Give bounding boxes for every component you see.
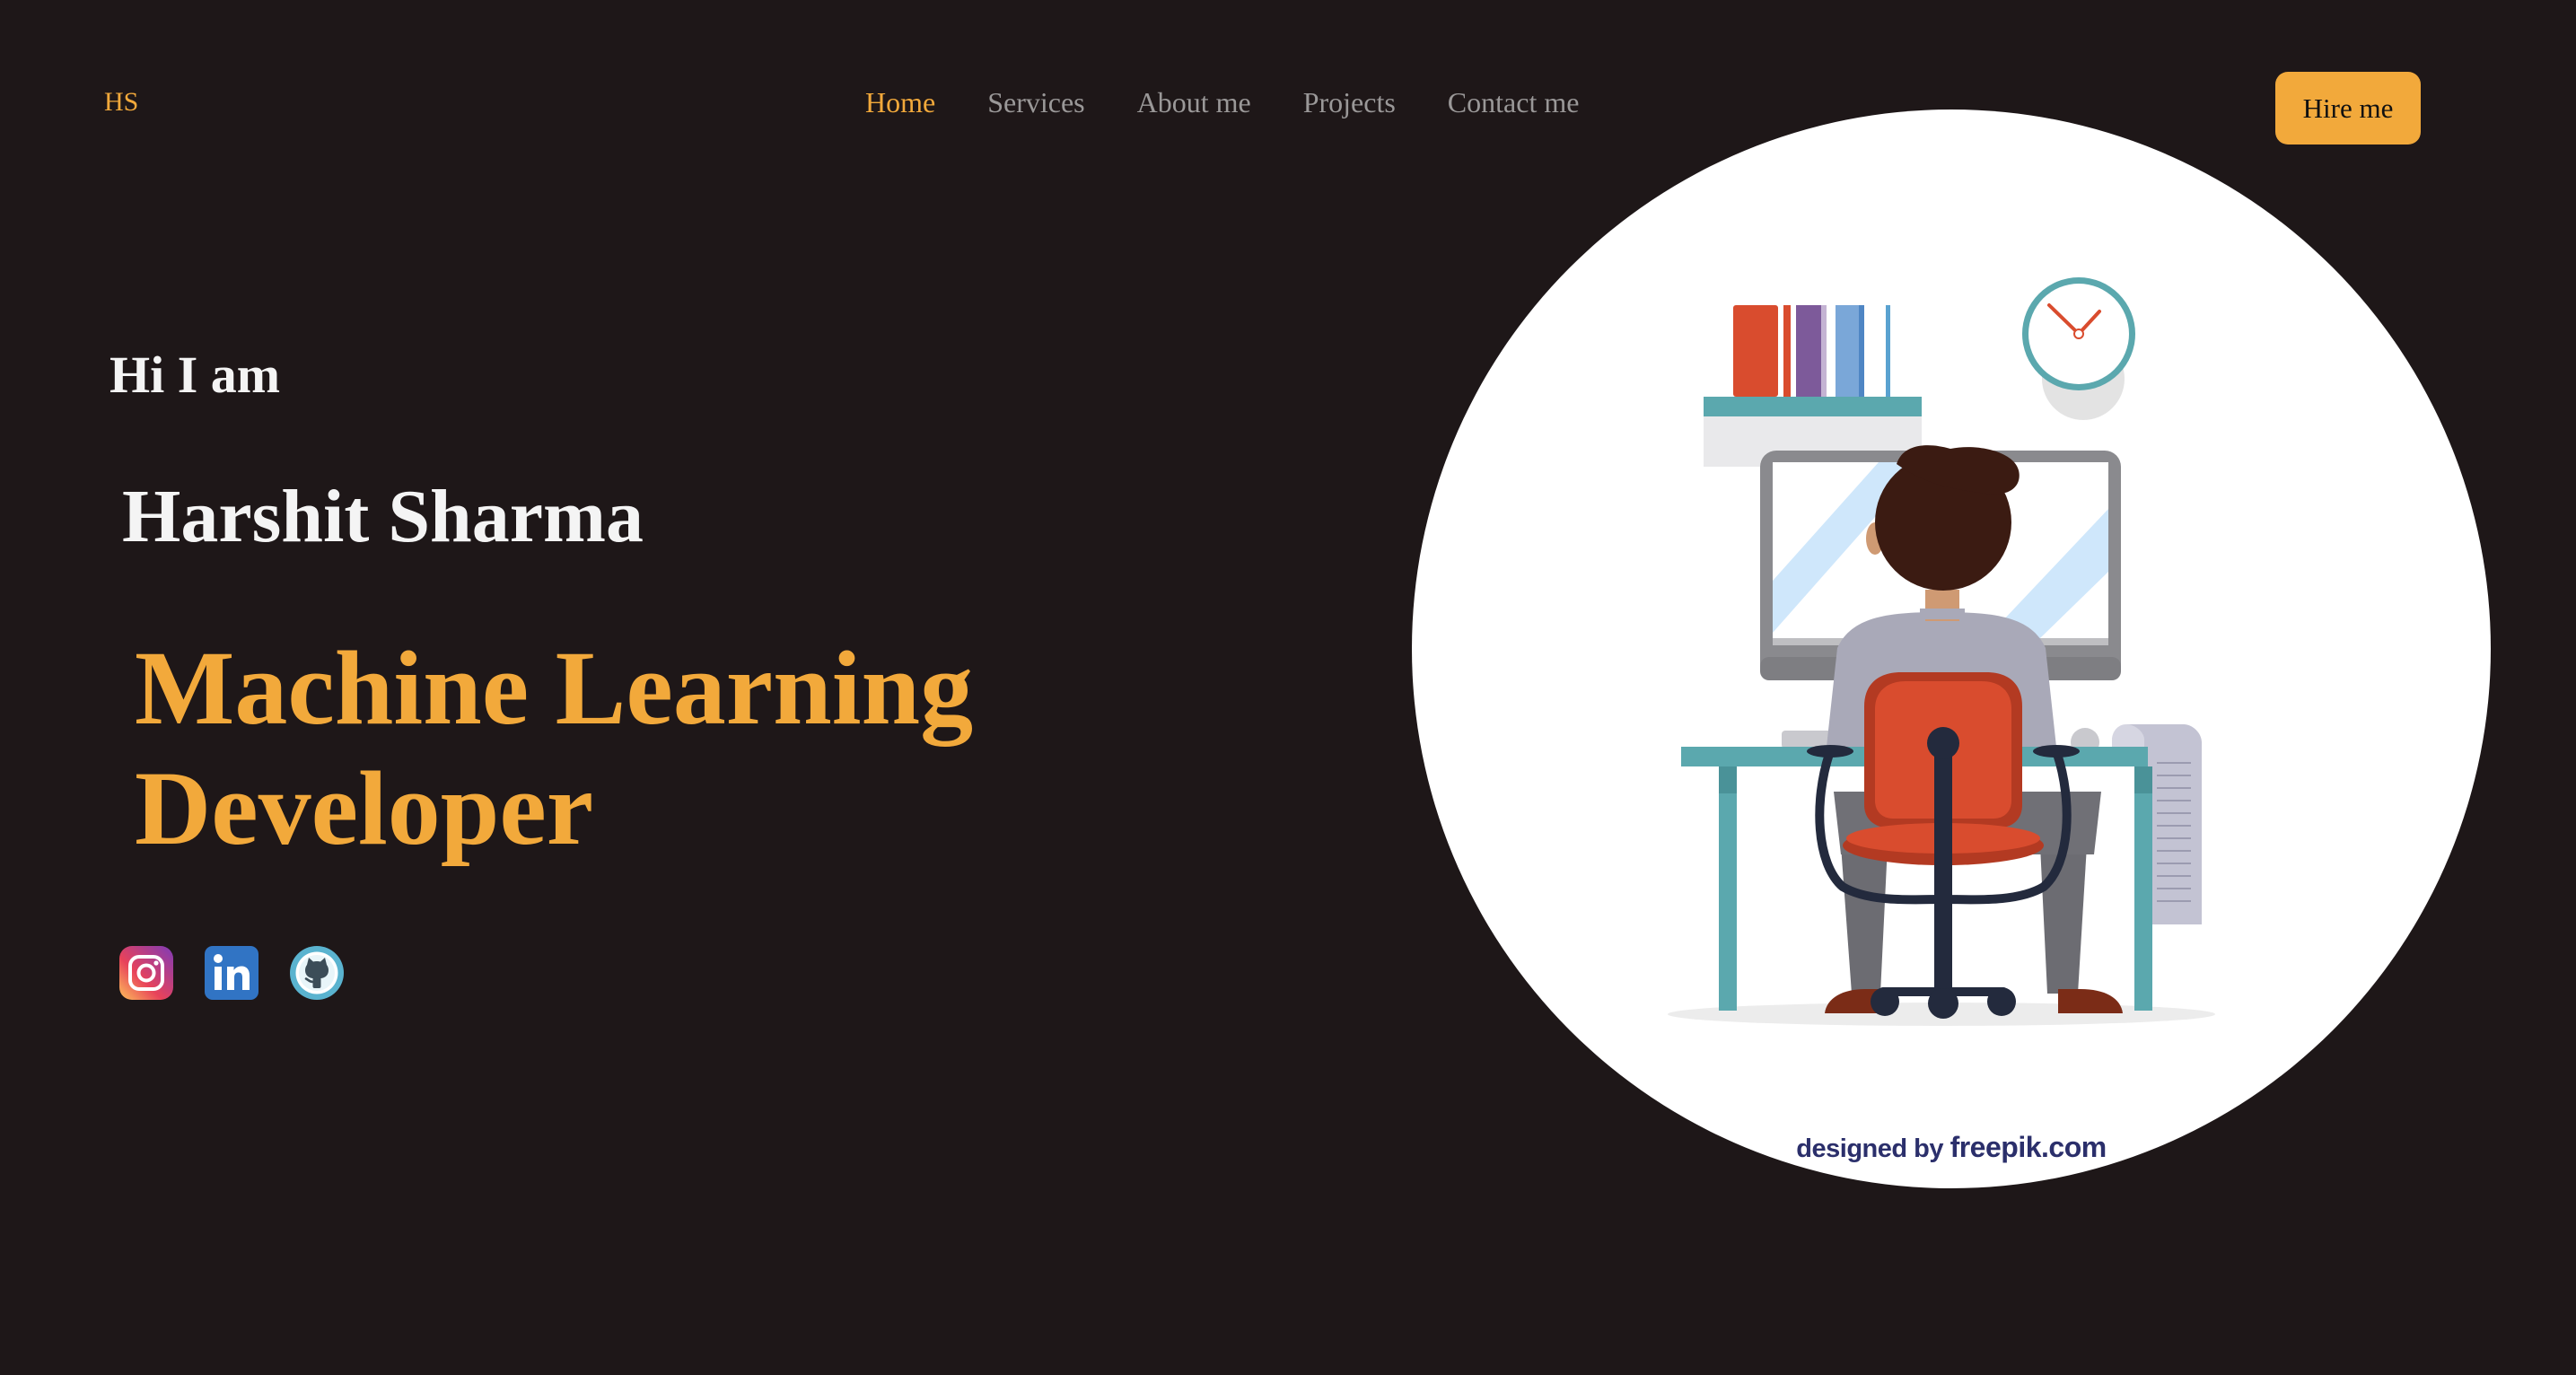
developer-at-desk-illustration xyxy=(1668,277,2215,1026)
linkedin-icon[interactable] xyxy=(204,945,259,1001)
nav-projects[interactable]: Projects xyxy=(1303,84,1396,120)
logo[interactable]: HS xyxy=(104,86,138,118)
hero-role-line-1: Machine Learning xyxy=(135,629,974,747)
instagram-icon[interactable] xyxy=(118,945,174,1001)
nav-about-me[interactable]: About me xyxy=(1137,84,1251,120)
social-links xyxy=(118,945,345,1001)
hero-role-line-2: Developer xyxy=(135,749,594,867)
credit-brand[interactable]: freepik.com xyxy=(1950,1131,2107,1163)
nav-home[interactable]: Home xyxy=(865,84,935,120)
freepik-owl-icon xyxy=(1417,1133,1442,1154)
hero-role: Machine Learning Developer xyxy=(135,628,973,869)
nav-services[interactable]: Services xyxy=(987,84,1084,120)
github-icon[interactable] xyxy=(289,945,345,1001)
hero-illustration: designed by freepik.com xyxy=(1412,109,2491,1188)
credit-prefix: designed by xyxy=(1796,1134,1943,1163)
hero-name: Harshit Sharma xyxy=(122,475,644,558)
image-credit: designed by freepik.com xyxy=(1412,1131,2491,1164)
greeting-text: Hi I am xyxy=(110,346,281,404)
